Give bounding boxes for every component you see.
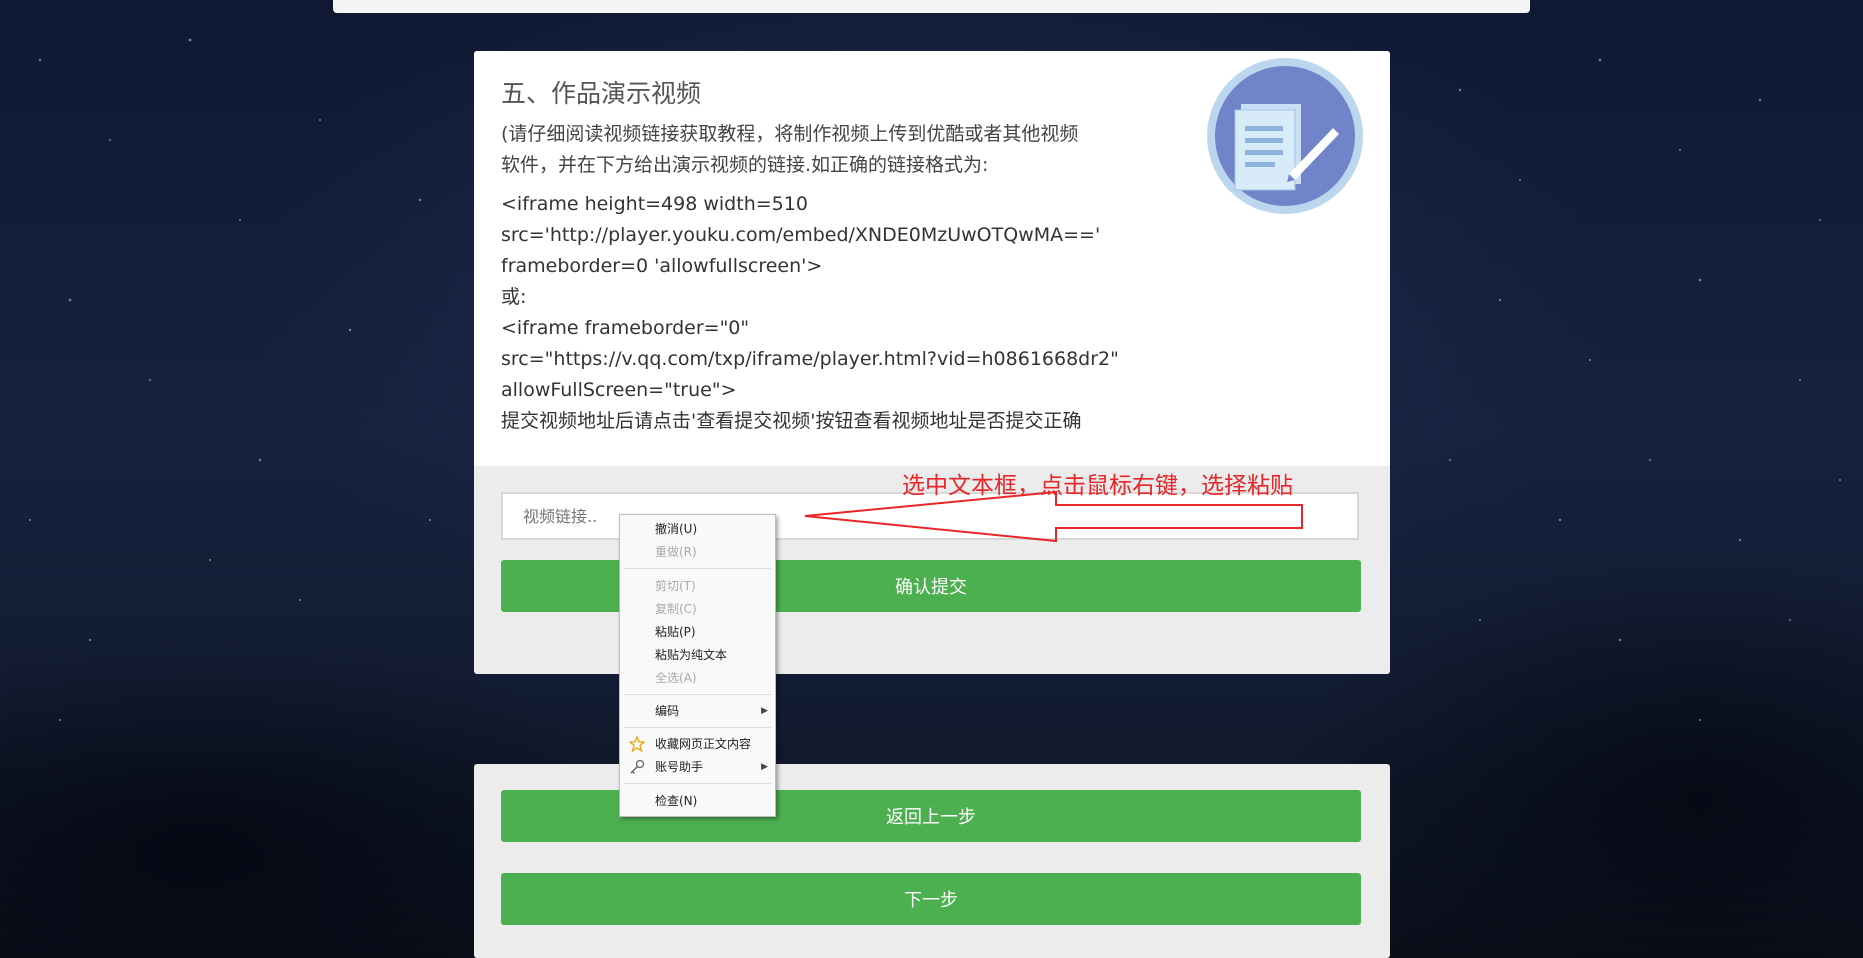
menu-item-undo[interactable]: 撤消(U) <box>620 518 775 540</box>
submenu-arrow-icon: ▶ <box>761 706 768 716</box>
instructions-text: (请仔细阅读视频链接获取教程，将制作视频上传到优酷或者其他视频 软件，并在下方给… <box>501 119 1161 181</box>
instructions-line: (请仔细阅读视频链接获取教程，将制作视频上传到优酷或者其他视频 <box>501 123 1079 145</box>
menu-item-paste[interactable]: 粘贴(P) <box>620 621 775 643</box>
menu-separator <box>624 727 771 728</box>
menu-item-cut[interactable]: 剪切(T) <box>620 575 775 597</box>
navigation-card: 返回上一步 下一步 <box>474 764 1390 958</box>
menu-separator <box>624 568 771 569</box>
menu-item-label: 收藏网页正文内容 <box>655 737 752 751</box>
menu-item-save-content[interactable]: 收藏网页正文内容 <box>620 733 775 755</box>
submenu-arrow-icon: ▶ <box>761 762 768 772</box>
context-menu: 撤消(U) 重做(R) 剪切(T) 复制(C) 粘贴(P) 粘贴为纯文本 全选(… <box>619 514 776 817</box>
code-line: allowFullScreen="true"> <box>501 379 737 401</box>
menu-item-account-helper[interactable]: 账号助手 ▶ <box>620 756 775 778</box>
instructions-panel: 五、作品演示视频 (请仔细阅读视频链接获取教程，将制作视频上传到优酷或者其他视频… <box>474 51 1390 466</box>
document-icon <box>1207 58 1363 214</box>
next-button[interactable]: 下一步 <box>501 873 1361 925</box>
menu-item-label: 编码 <box>655 704 680 718</box>
menu-item-select-all[interactable]: 全选(A) <box>620 667 775 689</box>
menu-item-paste-plain[interactable]: 粘贴为纯文本 <box>620 644 775 666</box>
annotation-arrow <box>804 490 1303 543</box>
instructions-line: 软件，并在下方给出演示视频的链接.如正确的链接格式为: <box>501 154 989 176</box>
code-line: <iframe height=498 width=510 <box>501 193 808 215</box>
menu-item-inspect[interactable]: 检查(N) <box>620 790 775 812</box>
section-title: 五、作品演示视频 <box>501 79 702 108</box>
menu-item-label: 账号助手 <box>655 760 704 774</box>
code-line: frameborder=0 'allowfullscreen'> <box>501 255 823 277</box>
code-line: src='http://player.youku.com/embed/XNDE0… <box>501 224 1101 246</box>
link-format-example: <iframe height=498 width=510 src='http:/… <box>501 189 1201 437</box>
menu-item-encoding[interactable]: 编码 ▶ <box>620 700 775 722</box>
menu-separator <box>624 694 771 695</box>
key-icon <box>630 759 645 774</box>
menu-item-copy[interactable]: 复制(C) <box>620 598 775 620</box>
video-section-card: 五、作品演示视频 (请仔细阅读视频链接获取教程，将制作视频上传到优酷或者其他视频… <box>474 51 1390 674</box>
menu-item-redo[interactable]: 重做(R) <box>620 541 775 563</box>
code-line: <iframe frameborder="0" <box>501 317 750 339</box>
code-line: 或: <box>501 286 527 308</box>
menu-separator <box>624 783 771 784</box>
code-line: 提交视频地址后请点击'查看提交视频'按钮查看视频地址是否提交正确 <box>501 410 1082 432</box>
star-icon <box>629 736 645 752</box>
code-line: src="https://v.qq.com/txp/iframe/player.… <box>501 348 1119 370</box>
top-panel <box>333 0 1530 13</box>
